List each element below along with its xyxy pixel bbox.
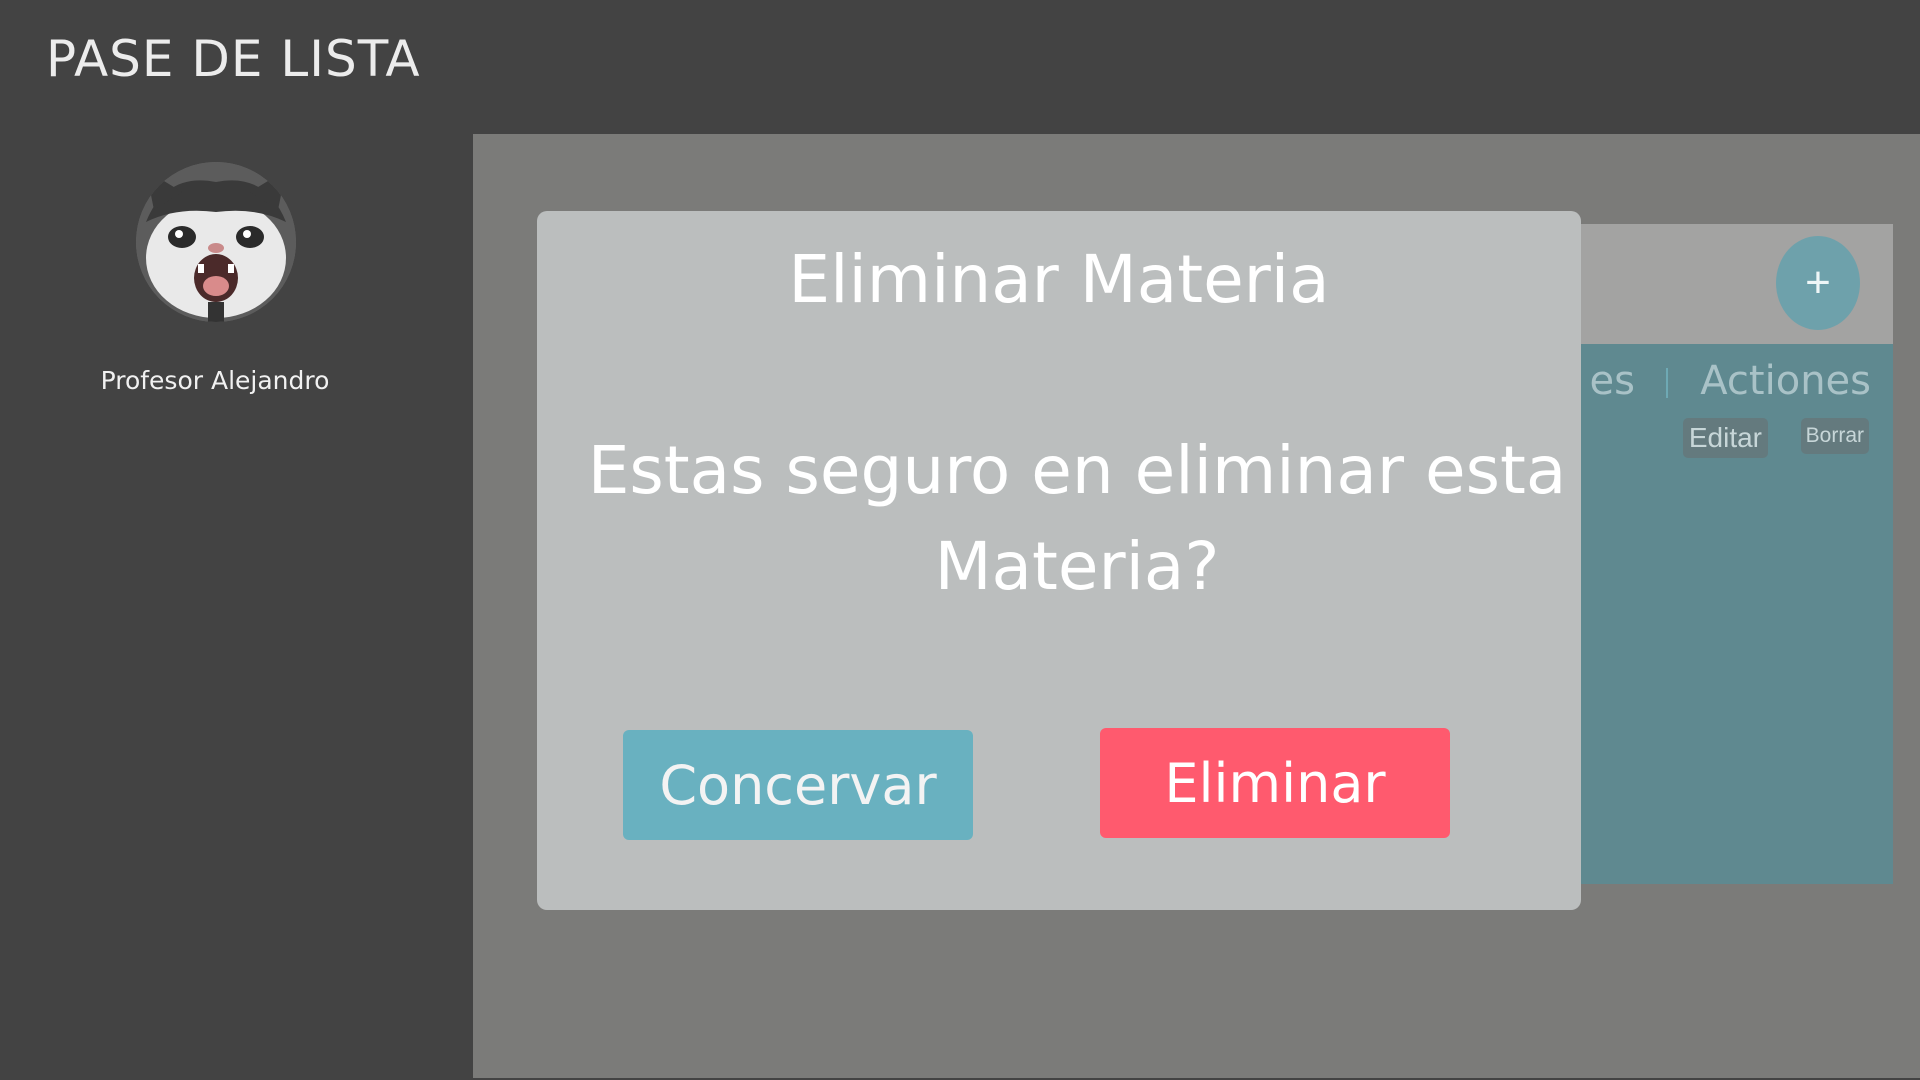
add-materia-button[interactable]: +	[1776, 236, 1860, 330]
confirm-delete-button[interactable]: Eliminar	[1100, 728, 1450, 838]
modal-title: Eliminar Materia	[788, 241, 1330, 318]
sidebar: Profesor Alejandro	[0, 134, 473, 1080]
avatar[interactable]	[136, 162, 296, 322]
keep-button[interactable]: Concervar	[623, 730, 973, 840]
column-header-actions: Actiones	[1700, 358, 1871, 404]
delete-confirmation-modal: Eliminar Materia Estas seguro en elimina…	[537, 211, 1581, 910]
app-window: PASE DE LISTA Profesor Alejandro + es Ac…	[0, 0, 1920, 1080]
column-header: es	[1589, 358, 1635, 404]
delete-row-button[interactable]: Borrar	[1800, 418, 1869, 454]
edit-row-button[interactable]: Editar	[1682, 418, 1768, 458]
modal-message: Estas seguro en eliminar esta Materia?	[587, 432, 1567, 605]
cat-avatar-image	[136, 162, 296, 322]
profile-name: Profesor Alejandro	[100, 366, 330, 395]
column-divider	[1666, 368, 1668, 398]
app-title: PASE DE LISTA	[46, 30, 421, 88]
